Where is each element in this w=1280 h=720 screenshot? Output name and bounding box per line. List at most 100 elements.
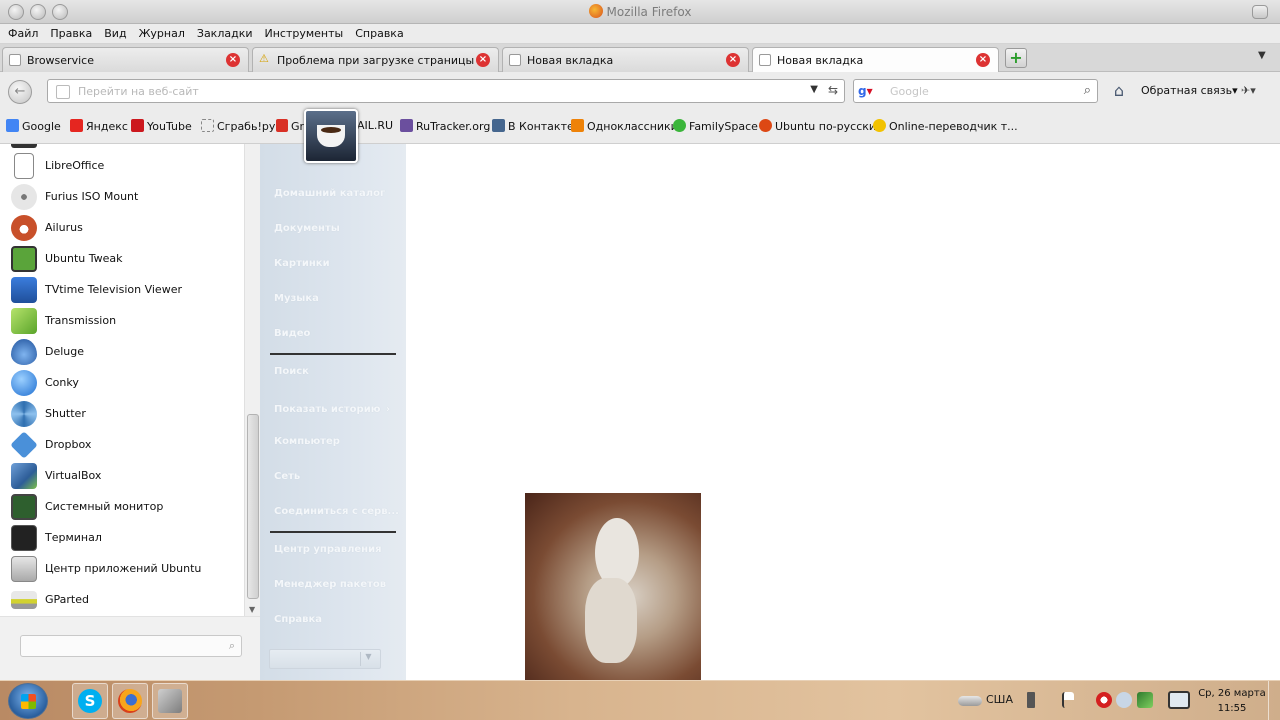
app-transmission[interactable]: Transmission: [0, 305, 244, 336]
bookmark-online-translator[interactable]: Online-переводчик т...: [873, 119, 1018, 133]
software-center-icon: [11, 556, 37, 582]
home-icon[interactable]: ⌂: [1108, 81, 1130, 101]
bookmark-odnoklassniki[interactable]: Одноклассники: [571, 119, 678, 133]
menu-history[interactable]: Журнал: [133, 24, 191, 40]
app-libreoffice[interactable]: LibreOffice: [0, 150, 244, 181]
app-shutter[interactable]: Shutter: [0, 398, 244, 429]
volume-icon[interactable]: [1027, 692, 1035, 708]
close-tab-icon[interactable]: ×: [726, 53, 740, 67]
taskbar-firefox[interactable]: [112, 683, 148, 719]
bookmark-ubuntu-ru[interactable]: Ubuntu по-русски: [759, 119, 876, 133]
place-show-history[interactable]: Показать историю: [274, 404, 380, 415]
start-button[interactable]: [8, 683, 48, 719]
bookmark-sgrab[interactable]: Сграбь!ру: [201, 119, 275, 133]
tab-load-problem[interactable]: ⚠ Проблема при загрузке страницы ×: [252, 47, 499, 72]
bookmark-google[interactable]: Google: [6, 119, 61, 133]
search-input[interactable]: [890, 83, 1070, 100]
flag-icon[interactable]: [1062, 692, 1074, 708]
stop-icon[interactable]: [1096, 692, 1112, 708]
go-icon[interactable]: ⇆: [828, 83, 838, 97]
scroll-down-icon[interactable]: ▼: [249, 605, 255, 614]
tab-new-2-active[interactable]: Новая вкладка ×: [752, 47, 999, 73]
place-home[interactable]: Домашний каталог: [274, 188, 385, 199]
bookmark-familyspace[interactable]: FamilySpace: [673, 119, 758, 133]
place-connect-server[interactable]: Соединиться с серв...: [274, 506, 399, 517]
app-dropbox[interactable]: Dropbox: [0, 429, 244, 460]
app-tvtime[interactable]: TVtime Television Viewer: [0, 274, 244, 305]
submenu-arrow-icon: ›: [386, 404, 391, 415]
window-menu-button[interactable]: [1252, 5, 1268, 19]
menu-bookmarks[interactable]: Закладки: [191, 24, 259, 40]
menu-edit[interactable]: Правка: [44, 24, 98, 40]
place-help[interactable]: Справка: [274, 614, 322, 625]
back-button[interactable]: ←: [8, 80, 32, 104]
dropbox-icon: [10, 431, 38, 459]
bookmark-yandex[interactable]: Яндекс: [70, 119, 128, 133]
search-bar[interactable]: g▾ ⌕: [853, 79, 1098, 103]
feedback-button[interactable]: Обратная связь▾: [1141, 84, 1238, 97]
url-bar[interactable]: ▼ ⇆: [47, 79, 845, 103]
clock[interactable]: Ср, 26 марта 11:55: [1196, 686, 1268, 716]
app-ubuntu-tweak[interactable]: Ubuntu Tweak: [0, 243, 244, 274]
close-tab-icon[interactable]: ×: [976, 53, 990, 67]
shutdown-button[interactable]: ▼: [269, 649, 381, 669]
place-control-center[interactable]: Центр управления: [274, 544, 382, 555]
taskbar-virtualbox[interactable]: [152, 683, 188, 719]
place-video[interactable]: Видео: [274, 328, 310, 339]
start-menu-search[interactable]: ⌕: [20, 635, 242, 657]
tab-browservice[interactable]: Browservice ×: [2, 47, 249, 72]
close-circle-icon[interactable]: [1116, 692, 1132, 708]
url-history-dropdown[interactable]: ▼: [810, 84, 818, 95]
bookmark-youtube[interactable]: YouTube: [131, 119, 192, 133]
place-pictures[interactable]: Картинки: [274, 258, 330, 269]
menu-file[interactable]: Файл: [0, 24, 44, 40]
url-input[interactable]: [78, 83, 798, 100]
menu-view[interactable]: Вид: [98, 24, 132, 40]
programs-scrollbar[interactable]: ▼: [244, 144, 260, 616]
start-menu-search-area: ⌕: [0, 616, 260, 680]
place-network[interactable]: Сеть: [274, 471, 300, 482]
taskbar-skype[interactable]: S: [72, 683, 108, 719]
app-ubuntu-software-center[interactable]: Центр приложений Ubuntu: [0, 553, 244, 584]
keyboard-layout[interactable]: США: [986, 693, 1013, 706]
search-icon[interactable]: ⌕: [1084, 83, 1091, 98]
shutdown-options-icon[interactable]: ▼: [360, 652, 376, 666]
new-tab-button[interactable]: +: [1005, 48, 1027, 68]
google-engine-icon[interactable]: g▾: [858, 84, 873, 98]
show-desktop-button[interactable]: [1268, 681, 1280, 720]
app-label: LibreOffice: [45, 159, 105, 172]
tab-list-dropdown[interactable]: ▼: [1258, 50, 1266, 61]
display-icon[interactable]: [1168, 691, 1190, 709]
monitor-tray-icon[interactable]: [1137, 692, 1153, 708]
place-package-manager[interactable]: Менеджер пакетов: [274, 579, 386, 590]
place-music[interactable]: Музыка: [274, 293, 319, 304]
app-conky[interactable]: Conky: [0, 367, 244, 398]
app-deluge[interactable]: Deluge: [0, 336, 244, 367]
scrollbar-thumb[interactable]: [247, 414, 259, 599]
tab-new-1[interactable]: Новая вкладка ×: [502, 47, 749, 72]
app-virtualbox[interactable]: VirtualBox: [0, 460, 244, 491]
app-label: Furius ISO Mount: [45, 190, 139, 203]
extension-icon[interactable]: ✈▾: [1241, 84, 1256, 97]
app-gparted[interactable]: GParted: [0, 584, 244, 615]
place-computer[interactable]: Компьютер: [274, 436, 340, 447]
menu-help[interactable]: Справка: [349, 24, 409, 40]
bookmark-mailru[interactable]: AIL.RU: [357, 119, 393, 132]
start-menu-search-input[interactable]: [21, 636, 211, 656]
place-search[interactable]: Поиск: [274, 366, 309, 377]
network-icon[interactable]: [958, 696, 982, 706]
app-label: VirtualBox: [45, 469, 102, 482]
bookmark-vkontakte[interactable]: В Контакте: [492, 119, 574, 133]
site-identity-icon[interactable]: [56, 85, 70, 99]
close-tab-icon[interactable]: ×: [226, 53, 240, 67]
virtualbox-icon: [158, 689, 182, 713]
app-system-monitor[interactable]: Системный монитор: [0, 491, 244, 522]
close-tab-icon[interactable]: ×: [476, 53, 490, 67]
app-ailurus[interactable]: Ailurus: [0, 212, 244, 243]
app-terminal[interactable]: Терминал: [0, 522, 244, 553]
app-furius-iso-mount[interactable]: Furius ISO Mount: [0, 181, 244, 212]
place-documents[interactable]: Документы: [274, 223, 340, 234]
gmail-icon: [276, 119, 288, 132]
bookmark-rutracker[interactable]: RuTracker.org: [400, 119, 490, 133]
menu-tools[interactable]: Инструменты: [259, 24, 350, 40]
